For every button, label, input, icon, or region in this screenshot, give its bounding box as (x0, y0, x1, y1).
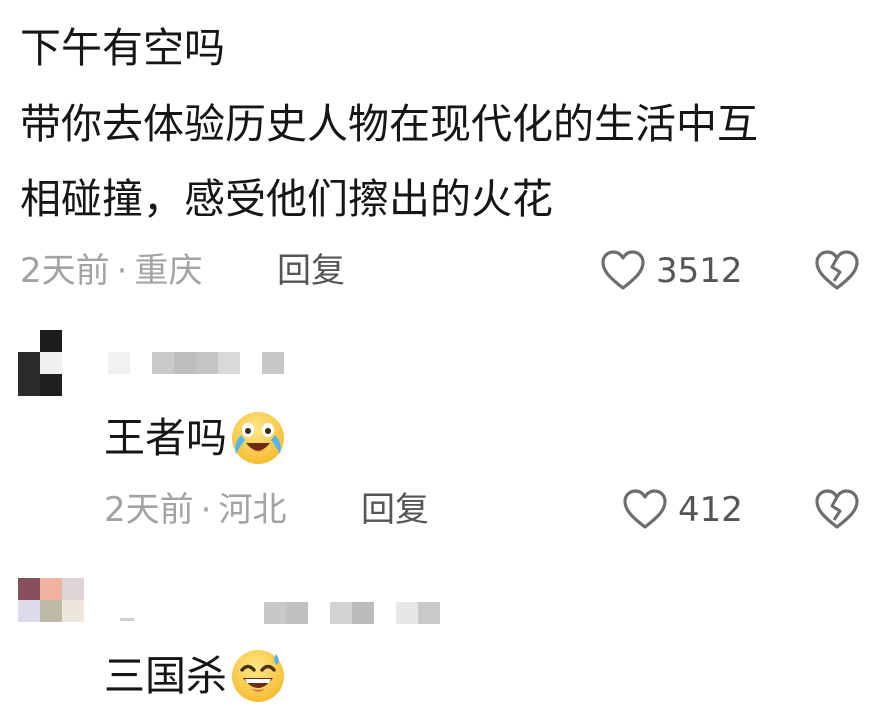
username-fragment (120, 618, 134, 621)
reply-button[interactable]: 回复 (277, 254, 345, 288)
meta-separator: · (200, 490, 212, 530)
comment-text: 三国杀 (104, 651, 227, 700)
meta-separator: · (116, 251, 128, 291)
like-count: 3512 (656, 251, 743, 291)
like-count: 412 (678, 490, 743, 530)
broken-heart-icon[interactable] (814, 488, 860, 530)
avatar[interactable] (18, 578, 84, 622)
comment-text-line: 带你去体验历史人物在现代化的生活中互 (20, 100, 758, 148)
comment-meta: 2天前 · 河北 (104, 493, 286, 527)
comment-body: 王者吗 (104, 410, 287, 466)
comment-body: 三国杀 (104, 648, 287, 704)
reply-button[interactable]: 回复 (361, 493, 429, 527)
username[interactable] (264, 602, 446, 624)
username[interactable] (108, 352, 290, 374)
grinning-sweat-face-emoji (229, 648, 287, 704)
broken-heart-icon[interactable] (814, 249, 860, 291)
comment-text-line: 相碰撞，感受他们擦出的火花 (20, 175, 553, 223)
crying-laughing-face-emoji (229, 410, 287, 466)
heart-outline-icon[interactable] (622, 488, 668, 530)
comment-location: 重庆 (134, 251, 203, 291)
comment-time: 2天前 (104, 490, 194, 530)
comment-meta: 2天前 · 重庆 (20, 254, 202, 288)
comment-time: 2天前 (20, 251, 110, 291)
comment-text-line: 下午有空吗 (20, 24, 225, 72)
comment-text: 王者吗 (104, 413, 227, 462)
comment-location: 河北 (218, 490, 287, 530)
heart-outline-icon[interactable] (600, 249, 646, 291)
avatar[interactable] (18, 330, 62, 396)
